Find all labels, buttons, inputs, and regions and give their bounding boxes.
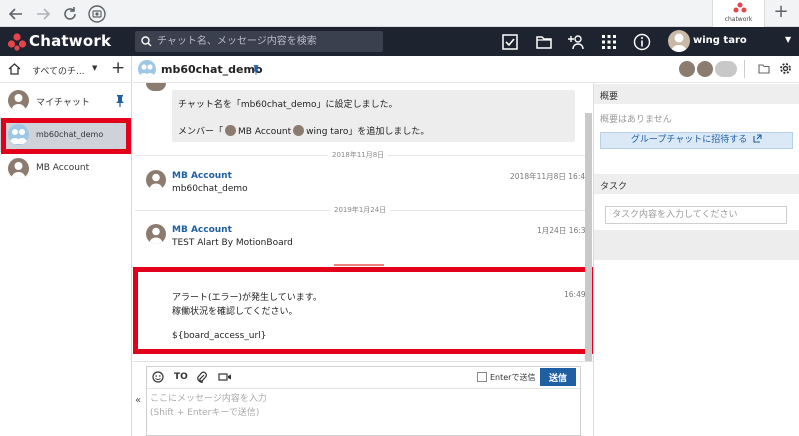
task-title: タスク — [594, 174, 799, 194]
member-avatar[interactable] — [679, 61, 695, 77]
chatwork-tab-logo-icon — [733, 2, 747, 13]
add-contact-icon[interactable] — [567, 33, 585, 51]
task-check-icon[interactable] — [501, 33, 519, 51]
camera-icon[interactable] — [88, 5, 106, 23]
member-name: wing taro — [306, 127, 349, 137]
add-chat-button[interactable]: + — [111, 58, 125, 78]
member-avatar[interactable] — [697, 61, 713, 77]
message-text: アラート(エラー)が発生しています。 — [172, 293, 322, 303]
pin-icon[interactable] — [252, 64, 260, 75]
browser-tab-chatwork[interactable]: chatwork — [712, 0, 765, 27]
message-text: TEST Alart By MotionBoard — [172, 238, 293, 248]
timeline-scrollbar[interactable] — [585, 113, 592, 361]
system-message-members: メンバー「 MB Account wing taro」を追加しました。 — [178, 124, 429, 137]
external-link-icon — [753, 134, 762, 143]
user-name[interactable]: wing taro — [693, 35, 747, 46]
avatar[interactable] — [668, 30, 690, 52]
search-input[interactable] — [157, 31, 379, 52]
task-input[interactable] — [605, 206, 787, 224]
system-message-text: 」を追加しました。 — [348, 127, 430, 137]
gear-icon[interactable] — [779, 62, 792, 75]
sidebar-item-label: MB Account — [36, 163, 90, 173]
enter-send-checkbox[interactable] — [477, 372, 487, 382]
sidebar-item-mb-account[interactable]: MB Account — [0, 152, 131, 186]
message-sender[interactable]: MB Account — [172, 225, 232, 235]
collapse-sidebar-icon[interactable]: « — [135, 395, 141, 406]
dropdown-caret-icon[interactable]: ▼ — [785, 35, 791, 44]
message-timestamp: 1月24日 16:35 — [537, 226, 591, 235]
message-sender[interactable]: MB Account — [172, 171, 232, 181]
info-icon[interactable] — [633, 33, 651, 51]
member-list-icon[interactable] — [715, 61, 737, 77]
message-text: ${board_access_url} — [172, 331, 267, 341]
avatar — [8, 90, 29, 111]
enter-send-label: Enterで送信 — [490, 373, 536, 382]
forward-icon[interactable] — [34, 5, 52, 23]
home-icon[interactable] — [8, 63, 21, 75]
unread-marker — [334, 264, 384, 266]
avatar — [225, 125, 237, 136]
highlight-frame — [1, 118, 131, 154]
message-input[interactable] — [150, 392, 578, 432]
browser-toolbar — [0, 0, 799, 27]
emoji-icon[interactable] — [152, 371, 164, 383]
chevron-down-icon[interactable]: ▼ — [92, 64, 97, 72]
invite-label: グループチャットに招待する — [630, 135, 748, 145]
logo-text: Chatwork — [29, 32, 112, 50]
to-button[interactable]: TO — [174, 372, 188, 382]
search-box[interactable] — [135, 31, 383, 52]
file-folder-icon[interactable] — [535, 33, 553, 51]
avatar — [8, 158, 29, 179]
send-button[interactable]: 送信 — [540, 368, 576, 386]
task-footer — [594, 230, 799, 260]
avatar — [146, 170, 166, 190]
overview-empty-text: 概要はありません — [600, 115, 672, 125]
folder-icon[interactable] — [758, 63, 770, 74]
system-message-text: メンバー「 — [178, 127, 224, 137]
sidebar-filter-label[interactable]: すべてのチ... — [32, 64, 85, 77]
back-icon[interactable] — [7, 5, 25, 23]
message-text: mb60chat_demo — [172, 184, 248, 194]
avatar — [293, 125, 305, 136]
chatwork-logo-icon — [7, 33, 27, 51]
system-message-text: チャット名を「mb60chat_demo」に設定しました。 — [178, 100, 398, 110]
sidebar-item-mychat[interactable]: マイチャット — [0, 84, 131, 118]
pin-icon — [116, 95, 124, 107]
date-separator: 2018年11月8日 — [328, 150, 389, 160]
message-timestamp: 2018年11月8日 16:42 — [510, 172, 590, 181]
date-separator: 2019年1月24日 — [330, 205, 391, 215]
video-call-icon[interactable] — [218, 371, 232, 383]
apps-grid-icon[interactable] — [600, 33, 618, 51]
search-icon — [141, 36, 152, 47]
message-timestamp: 16:49 — [564, 290, 586, 299]
member-name: MB Account — [238, 127, 292, 137]
message-text: 稼働状況を確認してください。 — [172, 307, 298, 317]
sidebar-item-label: マイチャット — [36, 98, 90, 108]
divider — [744, 60, 745, 78]
attachment-icon[interactable] — [196, 371, 207, 383]
reload-icon[interactable] — [61, 5, 79, 23]
room-title: mb60chat_demo — [161, 63, 263, 76]
overview-title: 概要 — [594, 84, 799, 104]
avatar — [146, 224, 166, 244]
new-tab-icon[interactable]: + — [772, 2, 790, 22]
group-avatar — [138, 60, 156, 78]
invite-to-group-button[interactable]: グループチャットに招待する — [600, 132, 793, 149]
tab-label: chatwork — [724, 16, 753, 23]
